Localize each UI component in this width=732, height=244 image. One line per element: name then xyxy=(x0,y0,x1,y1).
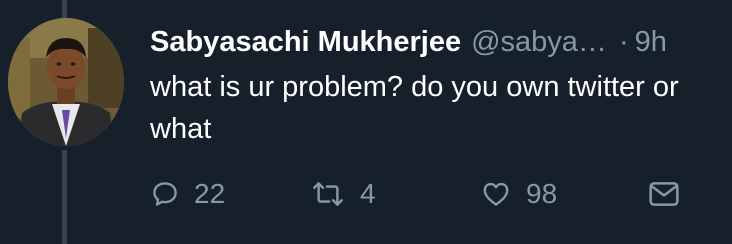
author-display-name[interactable]: Sabyasachi Mukherjee xyxy=(150,26,461,59)
reply-count: 22 xyxy=(194,178,226,209)
heart-icon xyxy=(480,179,512,209)
retweet-button[interactable]: 4 xyxy=(310,172,376,216)
like-count: 98 xyxy=(526,178,558,209)
tweet-timestamp[interactable]: 9h xyxy=(635,26,667,59)
avatar-photo xyxy=(8,18,124,146)
tweet-header: Sabyasachi Mukherjee @sabya… · 9h xyxy=(150,22,667,62)
avatar[interactable] xyxy=(8,18,124,146)
direct-message-button[interactable] xyxy=(648,172,680,216)
separator-dot: · xyxy=(618,25,629,58)
tweet-text: what is ur problem? do you own twitter o… xyxy=(150,71,679,145)
envelope-icon xyxy=(648,180,680,208)
author-handle[interactable]: @sabya… xyxy=(471,26,607,59)
like-button[interactable]: 98 xyxy=(480,172,557,216)
retweet-count: 4 xyxy=(360,178,376,209)
retweet-icon xyxy=(310,179,346,209)
thread-line-top xyxy=(62,0,67,18)
reply-button[interactable]: 22 xyxy=(150,172,225,216)
tweet-actions: 22 4 98 xyxy=(0,172,732,216)
reply-icon xyxy=(150,179,180,209)
